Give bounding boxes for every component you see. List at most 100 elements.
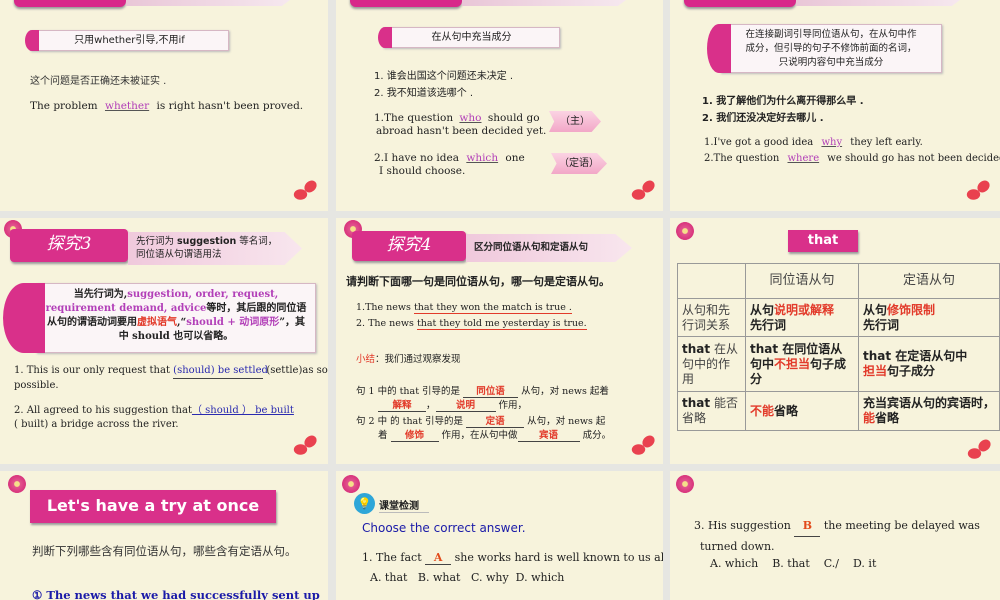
- summary: 小结：我们通过观察发现: [356, 351, 461, 365]
- flower-icon: [676, 222, 694, 240]
- option-d: D. it: [853, 557, 877, 570]
- slide-thumbnail-8[interactable]: 💡 课堂检测 Choose the correct answer. 1. The…: [336, 471, 663, 600]
- text: 从句，对 news 起: [524, 416, 606, 427]
- text: 先行词为: [136, 236, 178, 247]
- that-tab: that: [788, 230, 858, 252]
- text: 从句: [863, 302, 888, 317]
- text: 2. All agreed to his suggestion that: [14, 405, 192, 416]
- text: 着: [378, 430, 391, 441]
- text: ( built) a bridge across the river.: [14, 419, 179, 430]
- text: we should go has not been decided.: [824, 153, 1000, 164]
- topic-box: 只用whether引导,不用if: [25, 30, 229, 51]
- topic-text: 在从句中充当成分: [431, 32, 512, 43]
- text: they left early.: [847, 137, 923, 148]
- text: 作用，: [495, 400, 528, 411]
- text: should: [132, 331, 170, 342]
- text: that: [682, 396, 711, 410]
- answer-blank: 修饰: [390, 427, 439, 442]
- text: 2.I have no idea: [374, 152, 463, 164]
- answer-blank: 定语: [466, 413, 525, 428]
- section-label: 课堂检测: [379, 497, 429, 513]
- text: 充当宾语从句的宾语时，: [863, 396, 996, 410]
- topic-box: 在连接副词引导同位语从句，在从句中作 成分，但引导的句子不修饰前面的名词， 只说…: [707, 24, 942, 73]
- text: 1. This is our only request that: [14, 365, 174, 376]
- row-label: that 能否省略: [677, 391, 746, 431]
- question-2: 2.I have no idea which one I should choo…: [374, 152, 525, 178]
- role-tag-attributive: （定语）: [551, 153, 607, 174]
- slide-header-arrow: [126, 0, 290, 6]
- question-3: 3. His suggestion B the meeting be delay…: [694, 516, 980, 557]
- answer-blank: A: [425, 551, 452, 565]
- slide-thumbnail-9[interactable]: 3. His suggestion B the meeting be delay…: [670, 471, 1000, 600]
- slide-thumbnail-5[interactable]: 探究4 区分同位语从句和定语从句 请判断下面哪一句是同位语从句，哪一句是定语从句…: [336, 218, 663, 464]
- butterfly-icon: [630, 436, 656, 456]
- table-header-cell: [677, 263, 746, 299]
- answer-blank: why: [821, 137, 843, 148]
- question-text: 请判断下面哪一句是同位语从句，哪一句是定语从句。: [346, 275, 610, 288]
- text: 省略: [774, 403, 799, 418]
- text: 句 2 中 的 that 引导的是: [356, 416, 467, 427]
- answer-blank: whether: [104, 100, 150, 112]
- sentence-2: 2. The news that they told me yesterday …: [356, 318, 587, 330]
- text: that 在定语从句中: [863, 349, 968, 363]
- topic-line: 在连接副词引导同位语从句，在从句中作: [745, 29, 917, 40]
- chinese-line: 1. 我了解他们为什么离开得那么早 .: [702, 96, 864, 107]
- text: 从句，对 news 起着: [518, 386, 609, 397]
- question-2: 2. All agreed to his suggestion that（ sh…: [14, 404, 294, 432]
- topic-line: 成分，但引导的句子不修饰前面的名词，: [745, 43, 917, 54]
- text: one: [502, 152, 525, 164]
- text: 2.The question: [704, 153, 783, 164]
- row-label: that 在从句中的作用: [677, 336, 746, 392]
- text: 1.The news: [356, 302, 414, 313]
- underlined-clause: that they won the match is true .: [413, 302, 572, 314]
- text: 句 1 中的 that 引导的是: [356, 386, 464, 397]
- row-label: 从句和先行词关系: [677, 298, 746, 337]
- chinese-line: 2. 我不知道该选哪个 .: [374, 88, 474, 99]
- options: A. that B. what C. why D. which: [370, 571, 565, 584]
- summary-line: 句 2 中 的 that 引导的是 定语 从句，对 news 起: [356, 413, 605, 428]
- text: should go: [484, 112, 540, 124]
- slide-thumbnail-2[interactable]: 在从句中充当成分 1. 谁会出国这个问题还未决定 . 2. 我不知道该选哪个 .…: [336, 0, 663, 211]
- text: 1.I've got a good idea: [704, 137, 817, 148]
- text: 当先行词为,: [73, 289, 128, 300]
- text: 判断下列哪些含有同位语从句，哪些含有定语从句。: [32, 544, 297, 558]
- question-1: 1.I've got a good idea why they left ear…: [704, 137, 923, 148]
- slide-heading: 探究4: [352, 231, 466, 261]
- flower-icon: [8, 475, 26, 493]
- text: 也可以省略。: [169, 331, 234, 342]
- options: A. which B. that C./ D. it: [710, 557, 876, 570]
- slide-thumbnail-6[interactable]: that 同位语从句 定语从句 从句和先行词关系 从句说明或解释 先行词 从句修饰…: [670, 218, 1000, 464]
- summary-label: 小结: [356, 354, 376, 365]
- text: possible.: [14, 380, 59, 391]
- slide-thumbnail-4[interactable]: 探究3 先行词为 suggestion 等名词， 同位语从句谓语用法 当先行词为,…: [0, 218, 328, 464]
- text: the meeting be delayed was: [823, 519, 980, 532]
- option-b: B. that: [772, 557, 810, 570]
- text: 修饰限制: [887, 302, 936, 317]
- chinese-line: 1. 谁会出国这个问题还未决定 .: [374, 71, 514, 82]
- slide-thumbnail-1[interactable]: 只用whether引导,不用if 这个问题是否正确还未被证实 . The pro…: [0, 0, 328, 211]
- text: 成分。: [579, 430, 612, 441]
- text: should + 动词原形: [186, 317, 280, 328]
- text: 不担当: [774, 356, 811, 371]
- rule-box: 当先行词为,suggestion, order, request, requir…: [3, 283, 316, 353]
- flower-icon: [676, 475, 694, 493]
- option-c: C./: [823, 557, 839, 570]
- text: she works hard is well known to us all.: [451, 551, 663, 564]
- summary-line: 句 1 中的 that 引导的是 同位语 从句，对 news 起着: [356, 383, 609, 398]
- role-tag-subject: （主）: [549, 111, 601, 132]
- butterfly-icon: [965, 181, 991, 201]
- text: 省略: [875, 411, 900, 425]
- butterfly-icon: [630, 181, 656, 201]
- butterfly-icon: [292, 436, 318, 456]
- answer-blank: (should) be settled: [173, 364, 268, 379]
- slide-thumbnail-7[interactable]: Let's have a try at once 判断下列哪些含有同位语从句，哪…: [0, 471, 328, 600]
- slide-header-bar: [684, 0, 796, 7]
- text: abroad hasn't been decided yet.: [376, 125, 547, 137]
- text: 3. His suggestion: [694, 519, 795, 532]
- sentence-1: 1.The news that they won the match is tr…: [356, 302, 572, 314]
- slide-heading: Let's have a try at once: [30, 490, 276, 523]
- table-cell: 从句修饰限制 先行词: [858, 298, 1000, 337]
- slide-thumbnail-3[interactable]: 在连接副词引导同位语从句，在从句中作 成分，但引导的句子不修饰前面的名词， 只说…: [670, 0, 1000, 211]
- text: 担当: [863, 364, 888, 378]
- question-1: 1.The question who should go abroad hasn…: [374, 112, 546, 138]
